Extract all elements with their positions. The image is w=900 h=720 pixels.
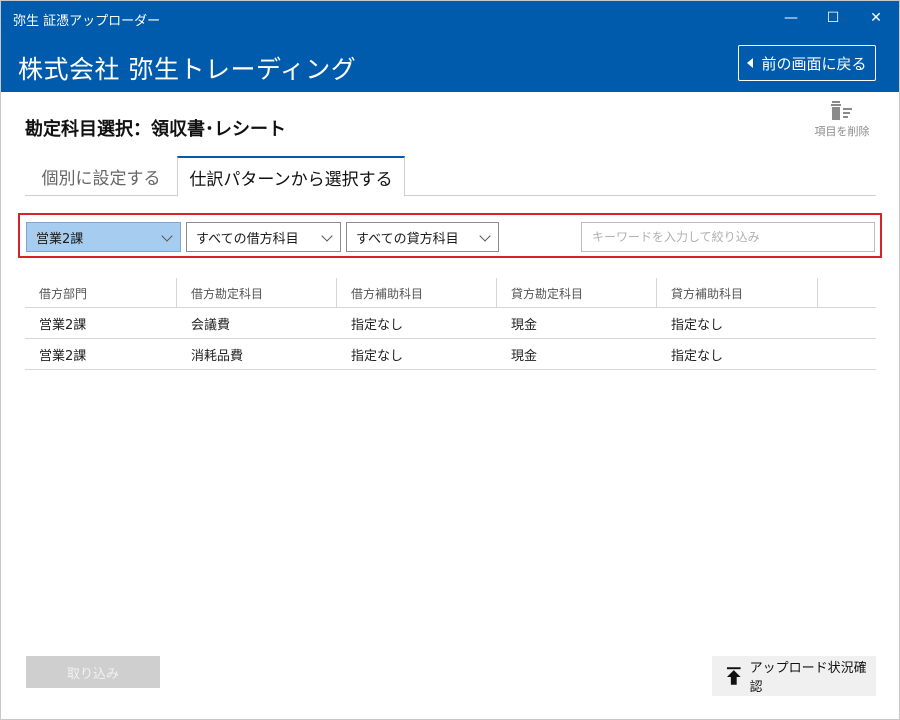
cell-credit-account: 現金: [511, 349, 538, 364]
department-select[interactable]: 営業2課: [26, 222, 181, 252]
debit-account-select[interactable]: すべての借方科目: [186, 222, 341, 252]
chevron-down-icon: [321, 230, 333, 242]
table-row[interactable]: 営業2課 会議費 指定なし 現金 指定なし: [25, 308, 876, 339]
back-button-label: 前の画面に戻る: [761, 54, 867, 73]
app-window: 弥生 証憑アップローダー — ☐ ✕ 株式会社 弥生トレーディング 前の画面に戻…: [0, 0, 900, 720]
cell-debit-sub-account: 指定なし: [351, 349, 404, 364]
table-row[interactable]: 営業2課 消耗品費 指定なし 現金 指定なし: [25, 339, 876, 370]
cell-debit-department: 営業2課: [39, 349, 87, 364]
title-bar: 弥生 証憑アップローダー — ☐ ✕: [1, 1, 899, 35]
keyword-search-input[interactable]: [581, 222, 875, 252]
department-select-value: 営業2課: [36, 231, 84, 247]
page-title: 勘定科目選択：領収書･レシート: [25, 119, 286, 140]
cell-credit-account: 現金: [511, 318, 538, 333]
cell-credit-sub-account: 指定なし: [671, 349, 724, 364]
cell-debit-department: 営業2課: [39, 318, 87, 333]
delete-items-button[interactable]: 項目を削除: [805, 101, 879, 141]
app-title: 弥生 証憑アップローダー: [13, 14, 161, 29]
maximize-button[interactable]: ☐: [815, 5, 851, 31]
cell-debit-sub-account: 指定なし: [351, 318, 404, 333]
trash-icon: [831, 101, 852, 120]
column-header-debit-department[interactable]: 借方部門: [25, 278, 177, 308]
chevron-down-icon: [479, 230, 491, 242]
filter-bar: 営業2課 すべての借方科目 すべての貸方科目: [18, 213, 882, 258]
pattern-table: 借方部門 借方勘定科目 借方補助科目 貸方勘定科目 貸方補助科目 営業2課 会議…: [25, 278, 876, 370]
credit-account-select-value: すべての貸方科目: [356, 231, 459, 247]
tab-pattern[interactable]: 仕訳パターンから選択する: [177, 156, 405, 197]
column-header-debit-account[interactable]: 借方勘定科目: [177, 278, 337, 308]
tab-individual[interactable]: 個別に設定する: [25, 156, 177, 196]
header: 弥生 証憑アップローダー — ☐ ✕ 株式会社 弥生トレーディング 前の画面に戻…: [1, 1, 899, 92]
tab-bar: 個別に設定する 仕訳パターンから選択する: [25, 156, 876, 197]
minimize-button[interactable]: —: [773, 5, 809, 31]
delete-items-label: 項目を削除: [814, 125, 870, 138]
cell-credit-sub-account: 指定なし: [671, 318, 724, 333]
credit-account-select[interactable]: すべての貸方科目: [346, 222, 499, 252]
table-header: 借方部門 借方勘定科目 借方補助科目 貸方勘定科目 貸方補助科目: [25, 278, 876, 308]
upload-status-label: アップロード状況確認: [749, 661, 867, 695]
close-button[interactable]: ✕: [858, 5, 894, 31]
company-name: 株式会社 弥生トレーディング: [18, 55, 357, 84]
upload-status-button[interactable]: アップロード状況確認: [712, 656, 876, 696]
column-header-credit-account[interactable]: 貸方勘定科目: [497, 278, 657, 308]
chevron-down-icon: [161, 230, 173, 242]
cell-debit-account: 会議費: [191, 318, 231, 333]
debit-account-select-value: すべての借方科目: [196, 231, 299, 247]
column-header-credit-sub-account[interactable]: 貸方補助科目: [657, 278, 818, 308]
chevron-left-icon: [747, 58, 754, 68]
cell-debit-account: 消耗品費: [191, 349, 244, 364]
upload-icon: [726, 667, 741, 685]
import-button[interactable]: 取り込み: [26, 656, 160, 688]
column-header-debit-sub-account[interactable]: 借方補助科目: [337, 278, 497, 308]
back-button[interactable]: 前の画面に戻る: [738, 45, 876, 81]
